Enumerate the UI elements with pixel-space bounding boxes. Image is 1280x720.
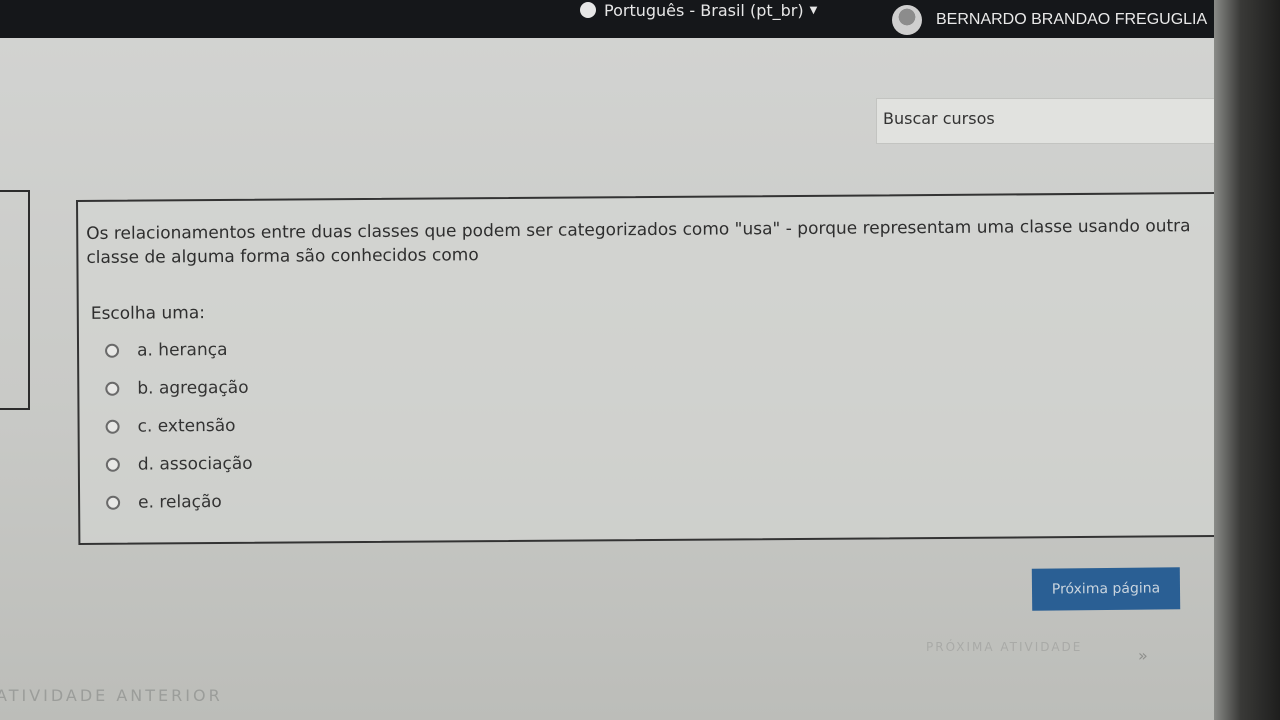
search-input[interactable] [881,105,1205,131]
avatar [892,5,922,35]
answer-option[interactable]: e. relação [106,483,253,522]
option-label: e. relação [138,491,222,513]
answer-option[interactable]: b. agregação [105,369,252,408]
answer-option[interactable]: a. herança [105,331,252,370]
user-menu[interactable]: BERNARDO BRANDAO FREGUGLIA ▼ [892,5,1229,35]
option-label: a. herança [136,339,228,361]
monitor-bezel [1214,0,1280,720]
radio-button[interactable] [105,419,120,434]
option-label: b. agregação [137,377,249,399]
answer-options: a. herança b. agregação c. extensão d. a… [105,331,253,522]
course-search [876,98,1252,144]
globe-icon [580,2,596,18]
option-label: d. associação [137,453,253,475]
choose-prompt: Escolha uma: [90,303,206,324]
chevron-right-icon[interactable]: » [1138,646,1148,665]
radio-button[interactable] [106,495,121,510]
previous-activity-link[interactable]: ATIVIDADE ANTERIOR [0,686,223,705]
option-label: c. extensão [137,415,236,437]
next-activity-link[interactable]: PRÓXIMA ATIVIDADE [926,640,1082,654]
radio-button[interactable] [105,381,120,396]
caret-down-icon: ▼ [809,4,818,16]
radio-button[interactable] [105,343,120,358]
language-menu[interactable]: Português - Brasil (pt_br) ▼ [580,0,817,20]
answer-option[interactable]: d. associação [105,445,253,484]
question-info-panel [0,190,30,410]
user-name: BERNARDO BRANDAO FREGUGLIA [936,11,1208,28]
language-label: Português - Brasil (pt_br) [604,0,804,20]
answer-option[interactable]: c. extensão [105,407,252,446]
top-navbar: Português - Brasil (pt_br) ▼ BERNARDO BR… [0,0,1280,38]
next-page-button[interactable]: Próxima página [1031,567,1181,611]
question-text: Os relacionamentos entre duas classes qu… [86,216,1191,268]
question-box: Os relacionamentos entre duas classes qu… [76,192,1219,545]
radio-button[interactable] [105,457,120,472]
